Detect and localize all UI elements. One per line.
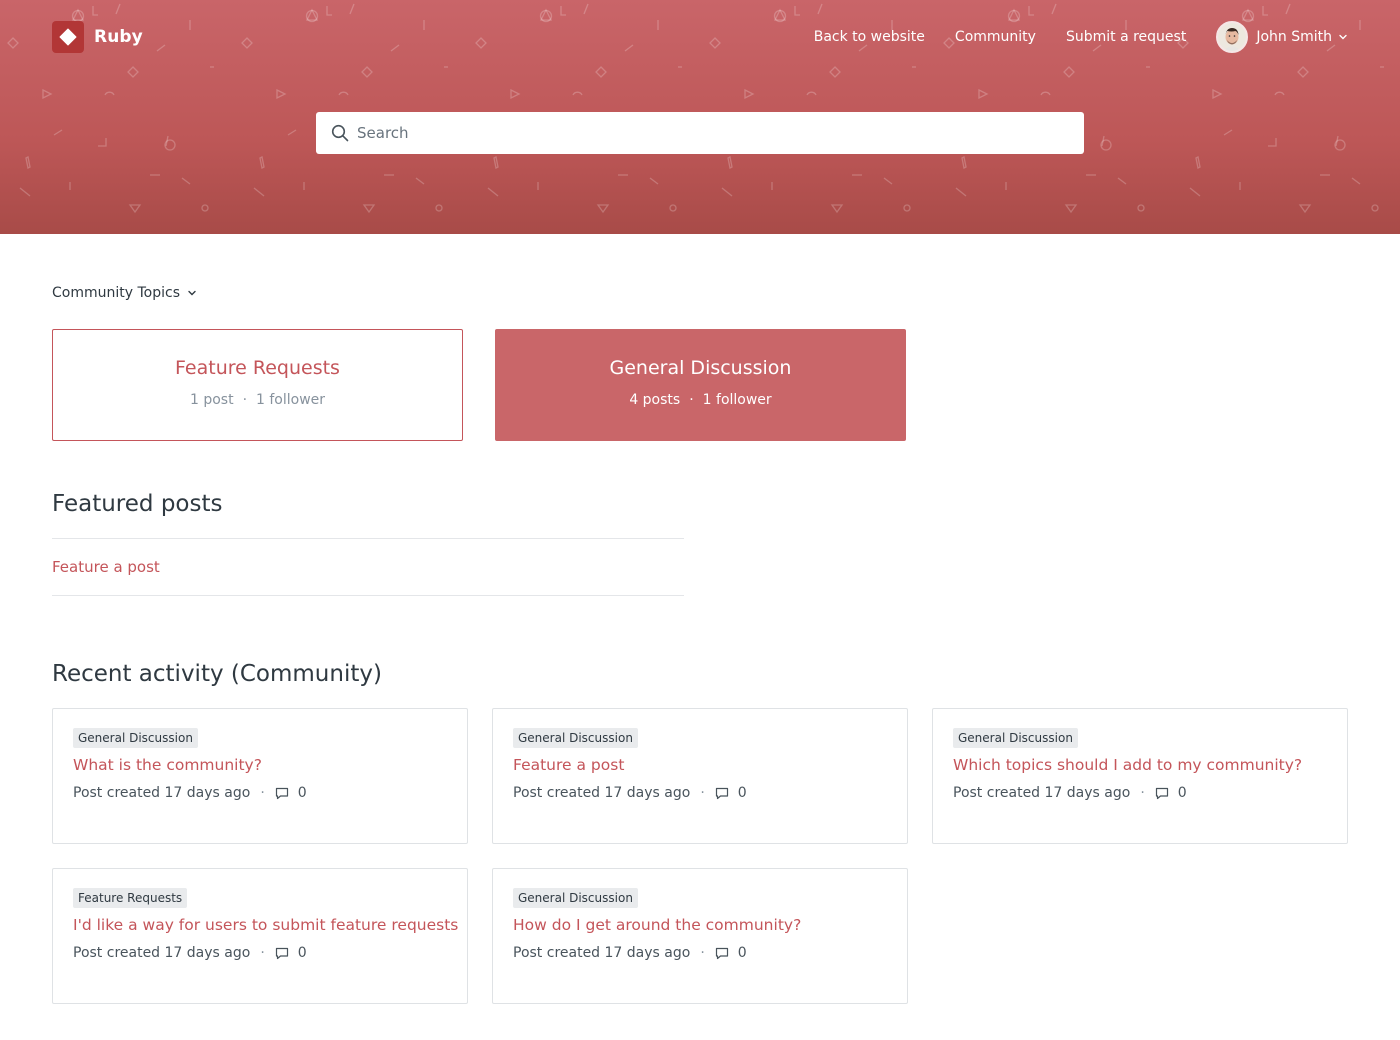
feature-a-post-link[interactable]: Feature a post	[52, 558, 160, 576]
separator-dot: ·	[700, 945, 705, 961]
user-menu[interactable]: John Smith	[1216, 21, 1348, 53]
comment-count: 0	[297, 945, 307, 961]
brand-logo[interactable]	[52, 21, 84, 53]
search-bar[interactable]	[316, 112, 1084, 154]
comment-count: 0	[297, 785, 307, 801]
topic-meta: 4 posts · 1 follower	[496, 392, 905, 408]
post-title-link[interactable]: What is the community?	[73, 756, 447, 774]
separator-dot: ·	[689, 392, 694, 408]
post-meta: Post created 17 days ago · 0	[513, 945, 887, 961]
topic-badge[interactable]: General Discussion	[513, 728, 638, 748]
topic-follower-count: 1 follower	[256, 392, 326, 408]
topic-card-general-discussion[interactable]: General Discussion 4 posts · 1 follower	[495, 329, 906, 441]
post-created-text: Post created 17 days ago	[953, 785, 1131, 801]
avatar[interactable]	[1216, 21, 1249, 53]
post-title-link[interactable]: Which topics should I add to my communit…	[953, 756, 1327, 774]
search-input[interactable]	[357, 112, 1084, 154]
comment-icon	[1155, 787, 1169, 800]
topic-title[interactable]: Feature Requests	[53, 357, 462, 379]
topic-post-count: 4 posts	[629, 392, 681, 408]
topic-badge[interactable]: General Discussion	[953, 728, 1078, 748]
topic-post-count: 1 post	[189, 392, 234, 408]
post-card: General Discussion Which topics should I…	[932, 708, 1348, 844]
hero-header: Ruby Back to website Community Submit a …	[0, 0, 1400, 234]
nav-link-submit-request[interactable]: Submit a request	[1066, 29, 1186, 45]
post-title-link[interactable]: How do I get around the community?	[513, 916, 887, 934]
separator-dot: ·	[260, 785, 265, 801]
topic-badge[interactable]: General Discussion	[73, 728, 198, 748]
post-meta: Post created 17 days ago · 0	[513, 785, 887, 801]
comment-count: 0	[1177, 785, 1187, 801]
comment-count: 0	[737, 945, 747, 961]
nav-link-community[interactable]: Community	[955, 29, 1036, 45]
post-meta: Post created 17 days ago · 0	[953, 785, 1327, 801]
brand-name[interactable]: Ruby	[94, 27, 143, 47]
topic-title[interactable]: General Discussion	[496, 357, 905, 379]
header-nav: Back to website Community Submit a reque…	[784, 21, 1348, 53]
search-icon	[331, 124, 349, 142]
nav-link-back-to-website[interactable]: Back to website	[814, 29, 925, 45]
post-card: General Discussion Feature a post Post c…	[492, 708, 908, 844]
chevron-down-icon[interactable]	[1338, 32, 1348, 42]
topic-follower-count: 1 follower	[702, 392, 772, 408]
post-meta: Post created 17 days ago · 0	[73, 945, 447, 961]
featured-posts-heading: Featured posts	[52, 491, 223, 517]
separator-dot: ·	[700, 785, 705, 801]
chevron-down-icon	[188, 290, 196, 296]
post-card: General Discussion What is the community…	[52, 708, 468, 844]
post-created-text: Post created 17 days ago	[73, 945, 251, 961]
avatar-image	[1218, 23, 1247, 51]
comment-count: 0	[737, 785, 747, 801]
comment-icon	[275, 947, 289, 960]
community-topics-label: Community Topics	[52, 285, 180, 301]
post-title-link[interactable]: I'd like a way for users to submit featu…	[73, 916, 458, 934]
post-created-text: Post created 17 days ago	[73, 785, 251, 801]
separator-dot: ·	[260, 945, 265, 961]
topic-meta: 1 post · 1 follower	[53, 392, 462, 408]
post-card: General Discussion How do I get around t…	[492, 868, 908, 1004]
separator-dot: ·	[242, 392, 248, 408]
comment-icon	[715, 947, 729, 960]
topic-card-feature-requests[interactable]: Feature Requests 1 post · 1 follower	[52, 329, 463, 441]
post-title-link[interactable]: Feature a post	[513, 756, 887, 774]
brand[interactable]: Ruby	[52, 21, 143, 53]
topic-badge[interactable]: Feature Requests	[73, 888, 188, 908]
comment-icon	[715, 787, 729, 800]
post-created-text: Post created 17 days ago	[513, 945, 691, 961]
user-name[interactable]: John Smith	[1256, 29, 1332, 45]
post-card: Feature Requests I'd like a way for user…	[52, 868, 468, 1004]
post-meta: Post created 17 days ago · 0	[73, 785, 447, 801]
separator-dot: ·	[1140, 785, 1145, 801]
featured-posts-list: Feature a post	[52, 538, 684, 596]
comment-icon	[275, 787, 289, 800]
recent-activity-heading: Recent activity (Community)	[52, 661, 382, 687]
diamond-logo-icon	[59, 28, 77, 46]
post-created-text: Post created 17 days ago	[513, 785, 691, 801]
topic-badge[interactable]: General Discussion	[513, 888, 638, 908]
community-topics-dropdown[interactable]: Community Topics	[52, 285, 197, 301]
top-navigation: Ruby Back to website Community Submit a …	[52, 20, 1348, 54]
